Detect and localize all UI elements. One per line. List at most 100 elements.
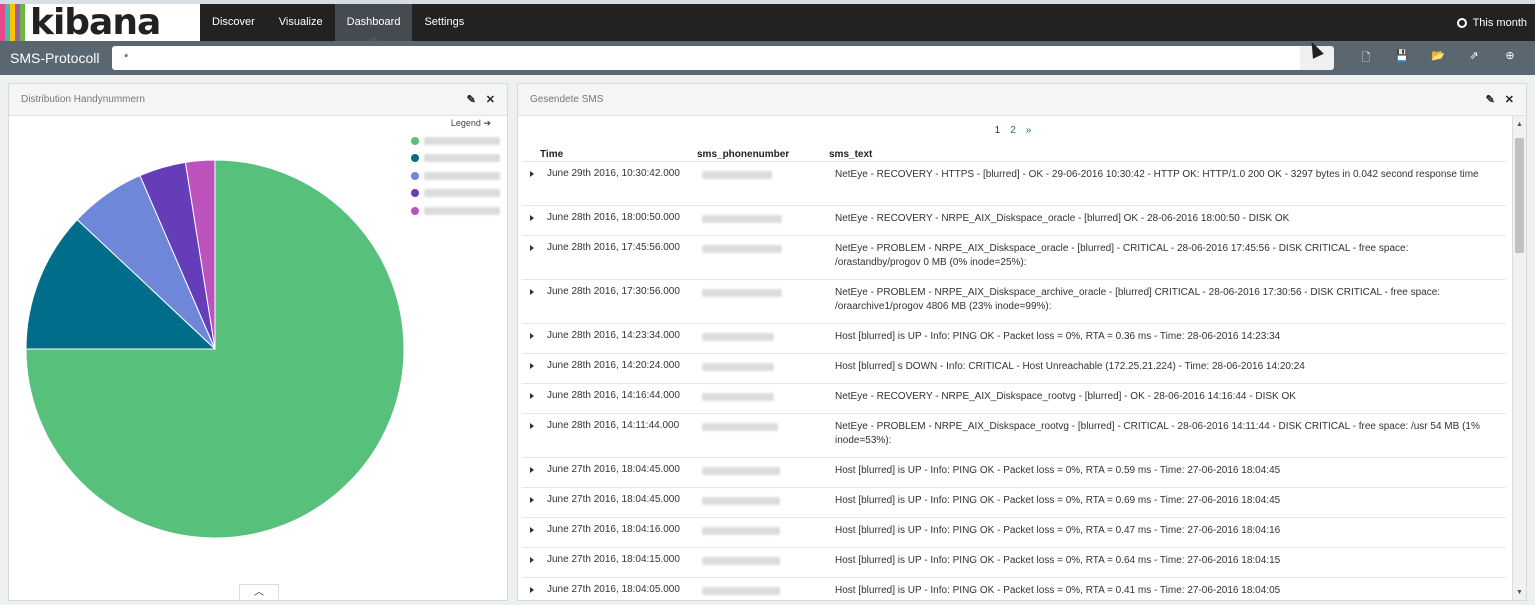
collapse-button[interactable]: ︿ — [239, 584, 279, 600]
panel-header: Distribution Handynummern ✎ ✕ — [9, 84, 507, 116]
expand-caret-icon[interactable] — [530, 423, 534, 429]
edit-icon[interactable]: ✎ — [1486, 93, 1495, 106]
nav-dashboard[interactable]: Dashboard — [334, 4, 413, 41]
redacted-label — [424, 206, 500, 215]
add-panel-icon[interactable]: ⊕ — [1492, 49, 1528, 68]
cell-phonenumber-redacted — [702, 363, 774, 371]
column-header-sms_phonenumber[interactable]: sms_phonenumber — [697, 149, 789, 160]
cell-sms-text: Host [blurred] is UP - Info: PING OK - P… — [835, 331, 1281, 342]
share-icon[interactable]: ⇗ — [1456, 49, 1492, 68]
dashboard-toolbar: 🗋 💾 📂 ⇗ ⊕ — [1348, 49, 1528, 68]
table-row[interactable]: June 28th 2016, 14:23:34.000 Host [blurre… — [522, 323, 1506, 353]
table-row[interactable]: June 28th 2016, 17:45:56.000 NetEye - PRO… — [522, 235, 1506, 279]
cell-phonenumber-redacted — [702, 557, 780, 565]
table-row[interactable]: June 28th 2016, 14:20:24.000 Host [blurre… — [522, 353, 1506, 383]
table-row[interactable]: June 27th 2016, 18:04:45.000 Host [blurre… — [522, 457, 1506, 487]
scroll-thumb[interactable] — [1515, 138, 1524, 253]
expand-caret-icon[interactable] — [530, 333, 534, 339]
redacted-label — [424, 154, 500, 163]
logo-stripe — [20, 4, 25, 41]
logo-text: kibana — [30, 4, 161, 41]
save-icon[interactable]: 💾 — [1384, 49, 1420, 68]
cell-sms-text: Host [blurred] is UP - Info: PING OK - P… — [835, 465, 1281, 476]
cell-phonenumber-redacted — [702, 467, 780, 475]
cell-time: June 28th 2016, 14:23:34.000 — [547, 330, 680, 341]
scrollbar[interactable]: ▲ ▼ — [1512, 116, 1526, 600]
legend-item[interactable] — [411, 202, 503, 220]
legend-item[interactable] — [411, 150, 503, 168]
page-2[interactable]: 2 — [1010, 125, 1016, 136]
table-row[interactable]: June 27th 2016, 18:04:16.000 Host [blurre… — [522, 517, 1506, 547]
expand-caret-icon[interactable] — [530, 171, 534, 177]
cell-time: June 28th 2016, 14:16:44.000 — [547, 390, 680, 401]
panel-title: Distribution Handynummern — [21, 94, 145, 105]
scroll-down-icon[interactable]: ▼ — [1516, 589, 1523, 596]
edit-icon[interactable]: ✎ — [467, 93, 476, 106]
cell-time: June 28th 2016, 18:00:50.000 — [547, 212, 680, 223]
nav-settings[interactable]: Settings — [412, 4, 476, 41]
cell-phonenumber-redacted — [702, 423, 778, 431]
redacted-label — [424, 136, 500, 145]
cell-sms-text: NetEye - PROBLEM - NRPE_AIX_Diskspace_ro… — [835, 421, 1480, 446]
timepicker-label: This month — [1472, 16, 1527, 29]
legend-item[interactable] — [411, 132, 503, 150]
nav-discover[interactable]: Discover — [200, 4, 267, 41]
open-icon[interactable]: 📂 — [1420, 49, 1456, 68]
cell-phonenumber-redacted — [702, 289, 782, 297]
expand-caret-icon[interactable] — [530, 587, 534, 593]
legend-item[interactable] — [411, 185, 503, 203]
close-icon[interactable]: ✕ — [486, 93, 495, 106]
nav-visualize[interactable]: Visualize — [267, 4, 335, 41]
table-row[interactable]: June 28th 2016, 14:16:44.000 NetEye - REC… — [522, 383, 1506, 413]
table-row[interactable]: June 27th 2016, 18:04:45.000 Host [blurre… — [522, 487, 1506, 517]
search-bar: SMS-Protocoll 🗋💾📂⇗⊕ — [0, 41, 1535, 75]
table-row[interactable]: June 28th 2016, 18:00:50.000 NetEye - REC… — [522, 205, 1506, 235]
table-body: June 29th 2016, 10:30:42.000 NetEye - REC… — [522, 161, 1506, 600]
dashboard-title: SMS-Protocoll — [10, 50, 100, 66]
table-row[interactable]: June 29th 2016, 10:30:42.000 NetEye - REC… — [522, 161, 1506, 205]
panel-title: Gesendete SMS — [530, 94, 604, 105]
table-row[interactable]: June 28th 2016, 17:30:56.000 NetEye - PRO… — [522, 279, 1506, 323]
table-row[interactable]: June 27th 2016, 18:04:15.000 Host [blurre… — [522, 547, 1506, 577]
table-row[interactable]: June 27th 2016, 18:04:05.000 Host [blurre… — [522, 577, 1506, 600]
clock-icon — [1456, 17, 1467, 28]
legend-color-dot — [411, 136, 419, 145]
legend-item[interactable] — [411, 167, 503, 185]
expand-caret-icon[interactable] — [530, 527, 534, 533]
cell-sms-text: Host [blurred] is UP - Info: PING OK - P… — [835, 495, 1281, 506]
cell-sms-text: NetEye - PROBLEM - NRPE_AIX_Diskspace_or… — [835, 243, 1409, 268]
close-icon[interactable]: ✕ — [1505, 93, 1514, 106]
sms-panel: Gesendete SMS ✎ ✕ 1 2 » Time sms_phonenumbe… — [517, 83, 1527, 601]
timepicker[interactable]: This month — [1456, 4, 1535, 41]
expand-caret-icon[interactable] — [530, 245, 534, 251]
expand-caret-icon[interactable] — [530, 557, 534, 563]
scroll-up-icon[interactable]: ▲ — [1516, 121, 1523, 128]
next-page-button[interactable]: » — [1026, 125, 1032, 136]
pie-panel: Distribution Handynummern ✎ ✕ Legend ➔ ︿ — [8, 83, 508, 601]
pagination: 1 2 » — [518, 125, 1508, 136]
expand-caret-icon[interactable] — [530, 363, 534, 369]
legend — [411, 132, 503, 220]
expand-caret-icon[interactable] — [530, 393, 534, 399]
cell-time: June 28th 2016, 14:20:24.000 — [547, 360, 680, 371]
cell-phonenumber-redacted — [702, 497, 780, 505]
page-1[interactable]: 1 — [995, 125, 1001, 136]
table-header: Time sms_phonenumber sms_text — [540, 149, 1510, 161]
new-dashboard-icon[interactable]: 🗋 — [1348, 49, 1384, 68]
column-header-sms_text[interactable]: sms_text — [829, 149, 872, 160]
expand-caret-icon[interactable] — [530, 215, 534, 221]
column-header-time[interactable]: Time — [540, 149, 563, 160]
pie-chart — [25, 160, 405, 539]
redacted-label — [424, 171, 500, 180]
expand-caret-icon[interactable] — [530, 467, 534, 473]
kibana-logo[interactable]: kibana — [0, 4, 200, 41]
logo-stripes — [0, 4, 25, 41]
table-row[interactable]: June 28th 2016, 14:11:44.000 NetEye - PRO… — [522, 413, 1506, 457]
search-input[interactable] — [112, 46, 1300, 70]
expand-caret-icon[interactable] — [530, 497, 534, 503]
expand-caret-icon[interactable] — [530, 289, 534, 295]
panel-header: Gesendete SMS ✎ ✕ — [518, 84, 1526, 116]
cell-phonenumber-redacted — [702, 587, 780, 595]
cell-time: June 28th 2016, 17:30:56.000 — [547, 286, 680, 297]
legend-toggle[interactable]: Legend ➔ — [451, 118, 491, 129]
